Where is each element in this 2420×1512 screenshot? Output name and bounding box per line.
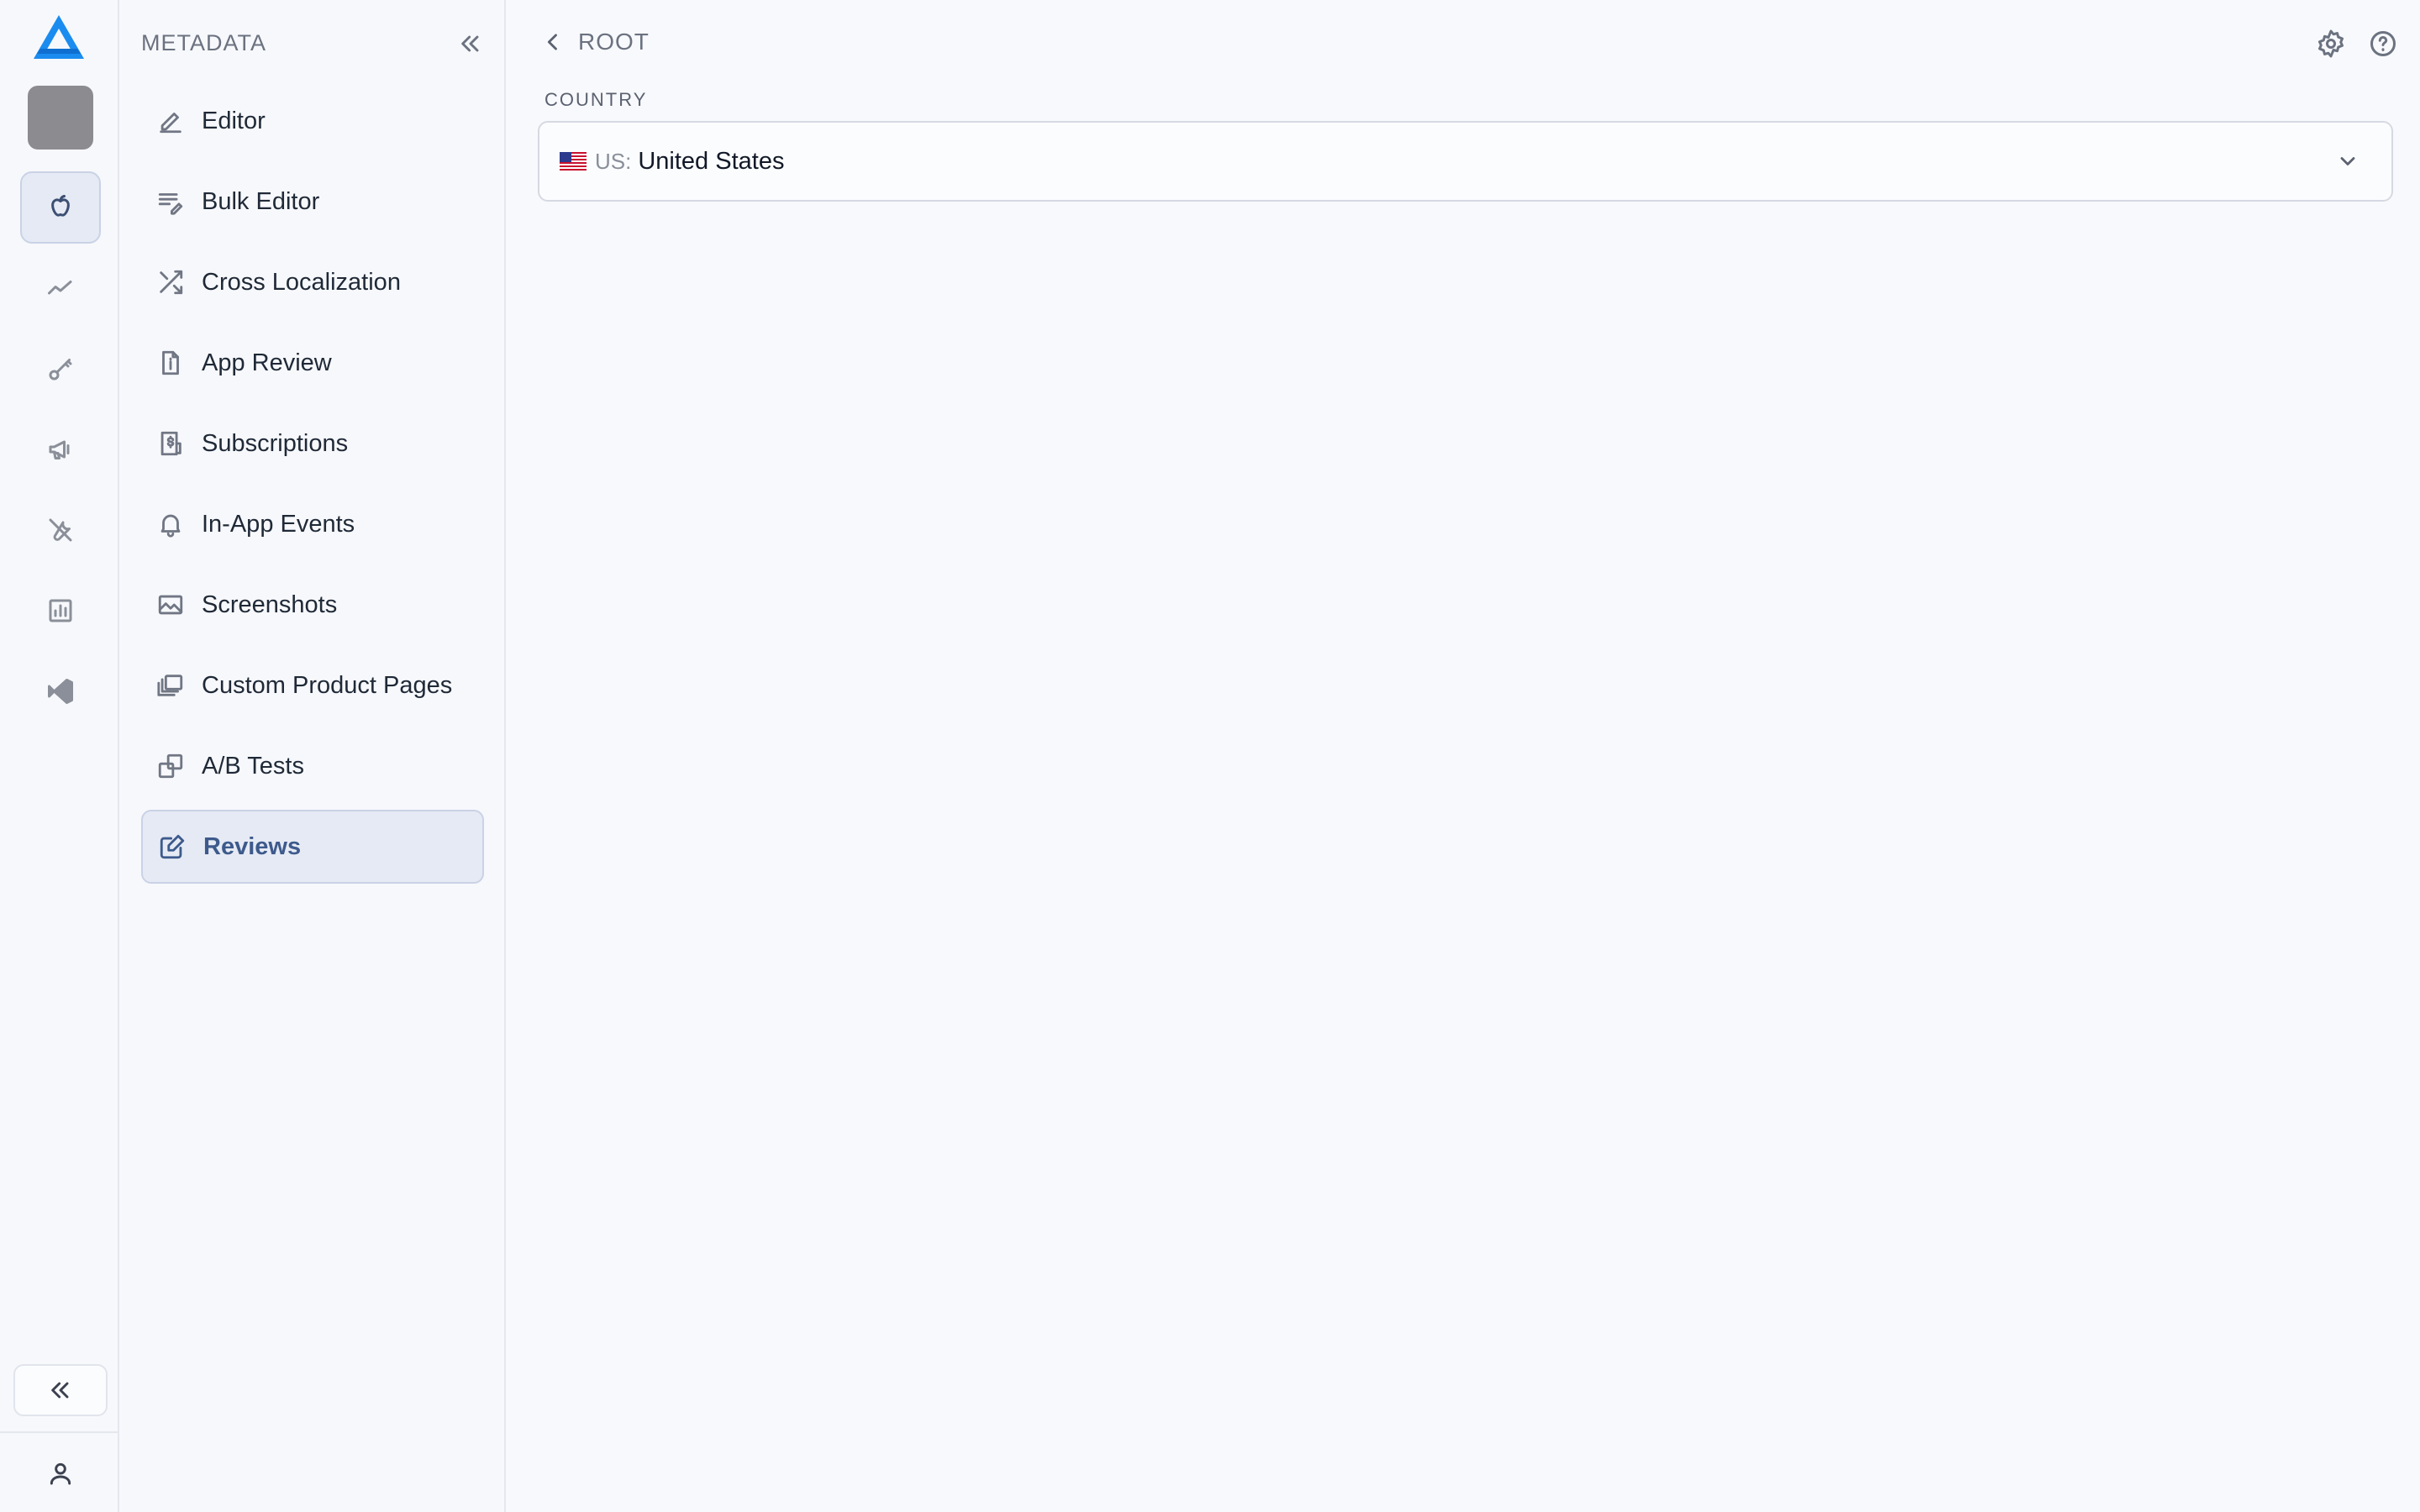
sidebar-item-editor[interactable]: Editor — [141, 84, 484, 158]
sidebar-item-in-app-events[interactable]: In-App Events — [141, 487, 484, 561]
sidebar-item-reviews[interactable]: Reviews — [141, 810, 484, 884]
rail-item-key[interactable] — [20, 333, 101, 405]
chevrons-left-icon — [47, 1377, 74, 1404]
sidebar-item-label: Custom Product Pages — [202, 671, 453, 699]
tools-icon — [45, 515, 76, 545]
chevron-down-icon — [2336, 150, 2360, 173]
user-account-button[interactable] — [44, 1457, 77, 1490]
breadcrumb[interactable]: ROOT — [541, 29, 650, 55]
apple-icon — [45, 192, 76, 223]
image-icon — [156, 591, 185, 619]
gear-icon — [2316, 29, 2346, 59]
help-button[interactable] — [2368, 29, 2398, 59]
user-icon — [47, 1460, 74, 1487]
sidebar-item-ab-tests[interactable]: A/B Tests — [141, 729, 484, 803]
rail-collapse-button[interactable] — [13, 1364, 108, 1416]
rail-item-vscode[interactable] — [20, 655, 101, 727]
bell-icon — [156, 510, 185, 538]
settings-button[interactable] — [2316, 29, 2346, 59]
rail-item-apple[interactable] — [20, 171, 101, 244]
vscode-icon — [45, 676, 76, 706]
sidebar-item-label: Bulk Editor — [202, 187, 320, 215]
us-flag-icon — [560, 152, 587, 171]
country-select[interactable]: US: United States — [538, 121, 2393, 202]
bulk-edit-icon — [156, 187, 185, 216]
sidebar-item-label: Subscriptions — [202, 429, 349, 457]
sidebar-item-label: In-App Events — [202, 510, 355, 538]
sidebar-item-bulk-editor[interactable]: Bulk Editor — [141, 165, 484, 239]
sidebar-item-screenshots[interactable]: Screenshots — [141, 568, 484, 642]
sidebar-item-app-review[interactable]: App Review — [141, 326, 484, 400]
bar-chart-icon — [45, 596, 76, 626]
rail-item-trend[interactable] — [20, 252, 101, 324]
sidebar-item-cross-localization[interactable]: Cross Localization — [141, 245, 484, 319]
file-info-icon — [156, 349, 185, 377]
sidebar-item-label: Editor — [202, 107, 266, 134]
metadata-sidebar: METADATA Editor Bulk Editor Cross Locali… — [119, 0, 506, 1512]
rail-item-tools[interactable] — [20, 494, 101, 566]
country-value: United States — [638, 147, 785, 175]
chevron-left-icon — [541, 30, 565, 54]
breadcrumb-label: ROOT — [578, 29, 650, 55]
sidebar-item-label: Screenshots — [202, 591, 338, 618]
icon-rail — [0, 0, 119, 1512]
key-icon — [45, 354, 76, 384]
sidebar-item-label: A/B Tests — [202, 752, 304, 780]
rail-item-megaphone[interactable] — [20, 413, 101, 486]
edit-review-icon — [158, 832, 187, 861]
rail-item-bar-chart[interactable] — [20, 575, 101, 647]
pencil-icon — [156, 107, 185, 135]
sidebar-item-custom-product-pages[interactable]: Custom Product Pages — [141, 648, 484, 722]
country-code: US: — [595, 148, 632, 174]
stacked-pages-icon — [156, 671, 185, 700]
shuffle-icon — [156, 268, 185, 297]
chevrons-left-icon — [457, 30, 484, 57]
app-avatar[interactable] — [28, 86, 93, 150]
sidebar-item-label: Cross Localization — [202, 268, 401, 296]
main-content: ROOT COUNTRY US: United States — [506, 0, 2420, 1512]
rail-divider — [0, 1431, 118, 1433]
megaphone-icon — [45, 434, 76, 465]
sidebar-item-subscriptions[interactable]: Subscriptions — [141, 407, 484, 480]
sidebar-collapse-button[interactable] — [457, 30, 484, 57]
app-logo[interactable] — [32, 13, 86, 60]
country-label: COUNTRY — [544, 89, 648, 110]
sidebar-title: METADATA — [141, 30, 266, 55]
trend-icon — [45, 273, 76, 303]
sidebar-item-label: App Review — [202, 349, 332, 376]
help-icon — [2368, 29, 2398, 59]
sidebar-item-label: Reviews — [203, 832, 302, 860]
receipt-dollar-icon — [156, 429, 185, 458]
ab-squares-icon — [156, 752, 185, 780]
